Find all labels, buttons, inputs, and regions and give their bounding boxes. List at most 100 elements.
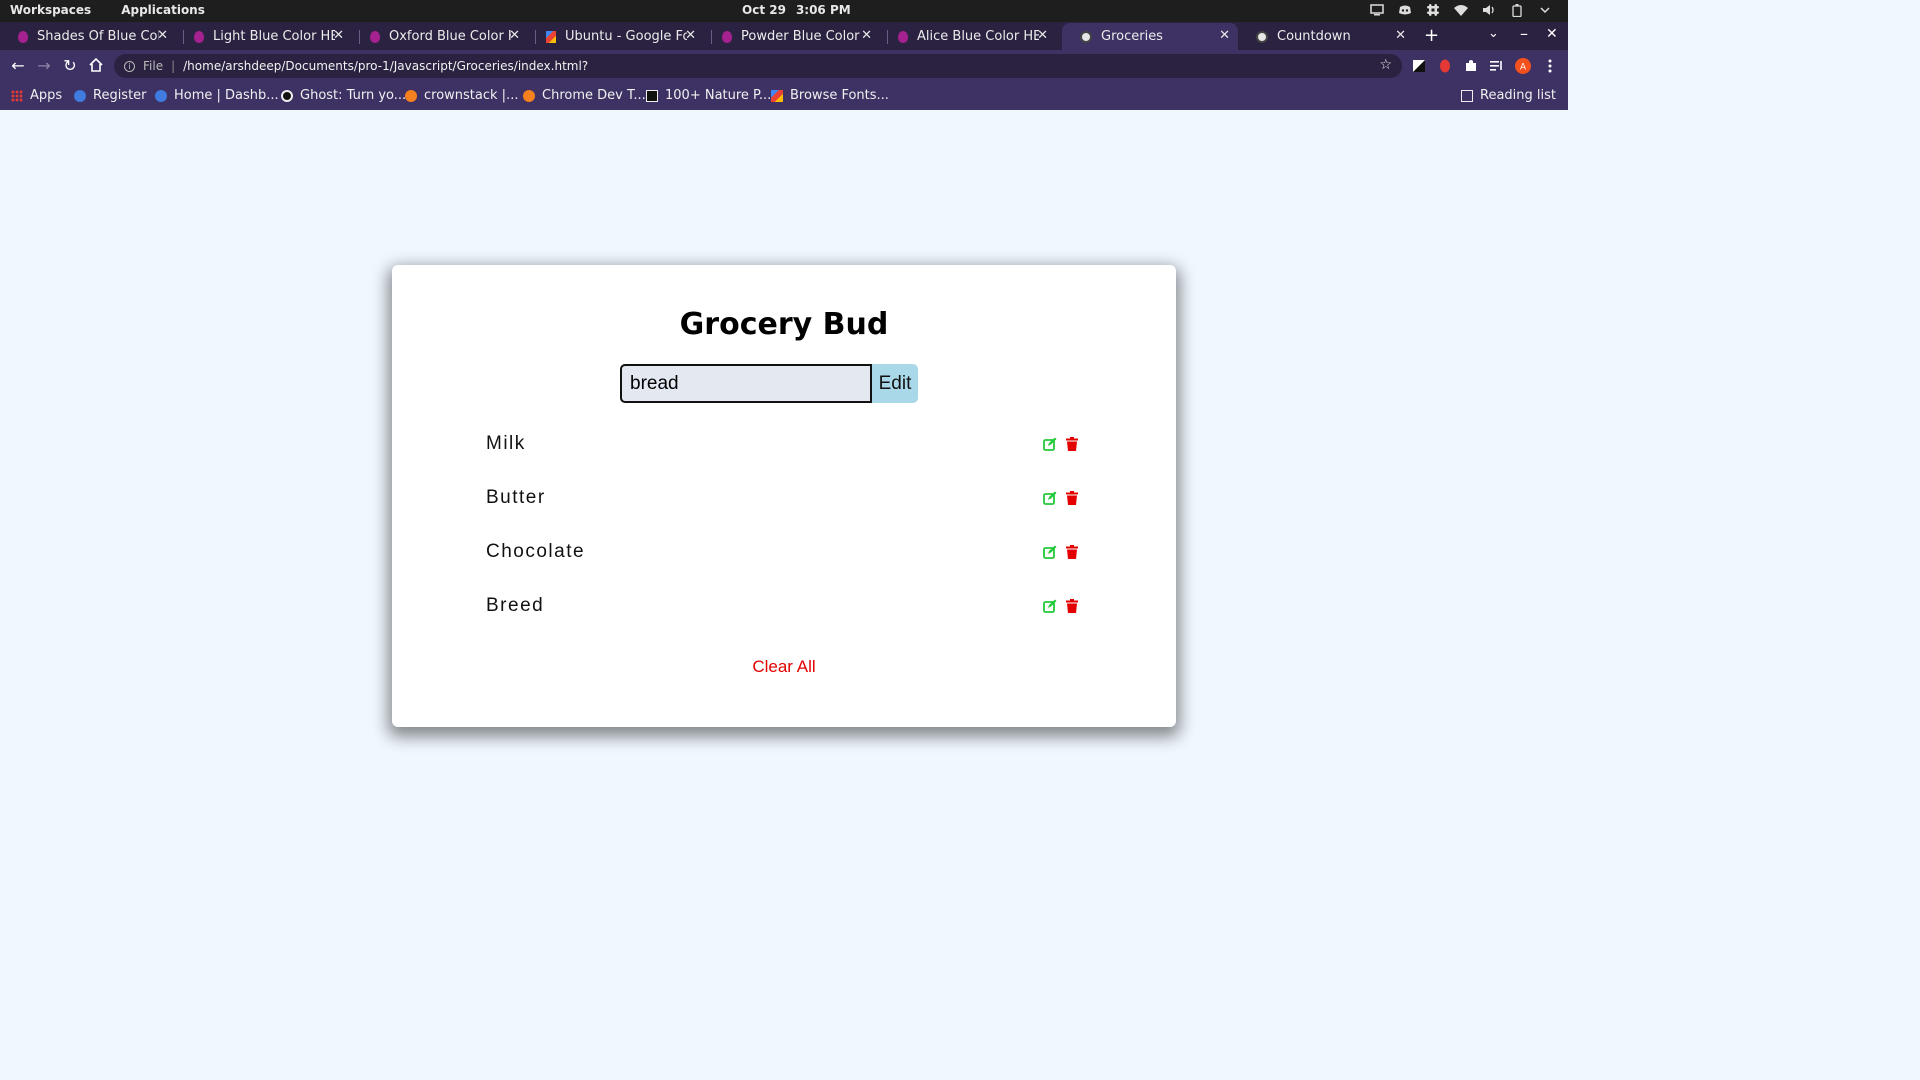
- site-info-icon[interactable]: i: [124, 60, 135, 72]
- apps-grid-icon: [11, 89, 23, 102]
- workspaces-menu[interactable]: Workspaces: [10, 3, 91, 17]
- globe-favicon-icon: [1256, 30, 1268, 43]
- tab-favicon-icon: [898, 30, 908, 43]
- devtools-logo-icon: [523, 89, 535, 102]
- tab-countdown[interactable]: Countdown ✕: [1238, 23, 1414, 50]
- edit-icon[interactable]: [1043, 437, 1057, 451]
- tab-oxford-blue[interactable]: Oxford Blue Color HE ✕: [352, 23, 528, 50]
- volume-icon[interactable]: [1482, 3, 1496, 17]
- media-control-icon[interactable]: [1489, 58, 1505, 74]
- browser-tab-strip: Shades Of Blue Color ✕ Light Blue Color …: [0, 22, 1568, 50]
- submit-edit-button[interactable]: Edit: [872, 364, 918, 403]
- discord-icon[interactable]: [1398, 3, 1412, 17]
- power-menu-icon[interactable]: [1538, 3, 1552, 17]
- grocery-list: Milk Butter Chocolate Breed: [486, 427, 1082, 643]
- bookmark-label: 100+ Nature P...: [665, 88, 772, 103]
- list-item: Chocolate: [486, 535, 1082, 589]
- trash-icon[interactable]: [1065, 437, 1079, 451]
- bookmark-browse-fonts[interactable]: Browse Fonts...: [771, 88, 889, 103]
- bookmark-home-dashboard[interactable]: Home | Dashb...: [155, 88, 279, 103]
- url-text[interactable]: /home/arshdeep/Documents/pro-1/Javascrip…: [183, 59, 588, 73]
- back-arrow-icon[interactable]: ←: [8, 56, 28, 75]
- tab-close-icon[interactable]: ✕: [861, 28, 872, 43]
- tab-light-blue[interactable]: Light Blue Color HEX ✕: [176, 23, 352, 50]
- trash-icon[interactable]: [1065, 491, 1079, 505]
- tab-label: Light Blue Color HEX: [213, 29, 335, 44]
- globe-favicon-icon: [1080, 30, 1092, 43]
- list-item: Milk: [486, 427, 1082, 481]
- applications-menu[interactable]: Applications: [121, 3, 205, 17]
- tab-close-icon[interactable]: ✕: [1037, 28, 1048, 43]
- grocery-form: Edit: [620, 364, 918, 403]
- reload-icon[interactable]: ↻: [60, 56, 80, 75]
- trash-icon[interactable]: [1065, 545, 1079, 559]
- window-minimize-icon[interactable]: –: [1520, 24, 1528, 43]
- ghost-logo-icon: [281, 89, 293, 102]
- tab-powder-blue[interactable]: Powder Blue Color H ✕: [704, 23, 880, 50]
- bookmarks-bar: Apps Register Home | Dashb... Ghost: Tur…: [0, 82, 1568, 110]
- extension-red-icon[interactable]: [1437, 58, 1453, 74]
- tab-groceries[interactable]: Groceries ✕: [1062, 23, 1238, 50]
- tab-favicon-icon: [722, 30, 732, 43]
- url-divider: |: [171, 59, 176, 73]
- extension-notion-icon[interactable]: [1411, 58, 1427, 74]
- browser-menu-icon[interactable]: [1542, 58, 1558, 74]
- reading-list-button[interactable]: Reading list: [1461, 88, 1556, 103]
- svg-text:A: A: [1520, 63, 1526, 73]
- new-tab-icon[interactable]: +: [1424, 25, 1439, 46]
- bookmark-star-icon[interactable]: ☆: [1379, 57, 1392, 73]
- bookmark-label: Home | Dashb...: [174, 88, 279, 103]
- battery-icon[interactable]: [1510, 3, 1524, 17]
- wifi-icon[interactable]: [1454, 3, 1468, 17]
- tab-label: Countdown: [1277, 29, 1351, 44]
- url-scheme: File: [143, 59, 164, 73]
- clock[interactable]: Oct 29 3:06 PM: [742, 3, 851, 17]
- bookmark-register[interactable]: Register: [74, 88, 147, 103]
- tab-shades-of-blue[interactable]: Shades Of Blue Color ✕: [0, 23, 176, 50]
- tab-close-icon[interactable]: ✕: [157, 28, 168, 43]
- bookmark-chrome-dev-tools[interactable]: Chrome Dev T...: [523, 88, 646, 103]
- edit-icon[interactable]: [1043, 491, 1057, 505]
- grocery-input[interactable]: [620, 364, 872, 403]
- crownstack-logo-icon: [405, 89, 417, 102]
- reading-list-icon: [1461, 89, 1473, 102]
- tab-alice-blue[interactable]: Alice Blue Color HEX ✕: [880, 23, 1056, 50]
- page-title: Grocery Bud: [679, 307, 889, 342]
- list-item: Breed: [486, 589, 1082, 643]
- extensions-puzzle-icon[interactable]: [1463, 58, 1479, 74]
- trash-icon[interactable]: [1065, 599, 1079, 613]
- bookmark-crownstack[interactable]: crownstack |...: [405, 88, 518, 103]
- profile-avatar-icon[interactable]: A: [1515, 58, 1531, 74]
- slack-icon[interactable]: [1426, 3, 1440, 17]
- k-logo-icon: [74, 89, 86, 102]
- forward-arrow-icon[interactable]: →: [34, 56, 54, 75]
- browser-toolbar: ← → ↻ i File | /home/arshdeep/Documents/…: [0, 50, 1568, 82]
- display-icon[interactable]: [1370, 3, 1384, 17]
- tab-close-icon[interactable]: ✕: [685, 28, 696, 43]
- bookmark-ghost[interactable]: Ghost: Turn yo...: [281, 88, 406, 103]
- edit-icon[interactable]: [1043, 545, 1057, 559]
- bookmark-apps[interactable]: Apps: [11, 88, 62, 103]
- edit-icon[interactable]: [1043, 599, 1057, 613]
- tab-search-chevron-icon[interactable]: ⌄: [1488, 26, 1499, 41]
- tab-label: Groceries: [1101, 29, 1163, 44]
- address-bar[interactable]: i File | /home/arshdeep/Documents/pro-1/…: [114, 54, 1402, 78]
- tab-close-icon[interactable]: ✕: [509, 28, 520, 43]
- bookmark-label: Browse Fonts...: [790, 88, 889, 103]
- tab-close-icon[interactable]: ✕: [1219, 28, 1230, 43]
- clear-all-button[interactable]: Clear All: [392, 657, 1176, 677]
- tab-close-icon[interactable]: ✕: [1395, 28, 1406, 43]
- bookmark-nature-photos[interactable]: 100+ Nature P...: [646, 88, 771, 103]
- tab-close-icon[interactable]: ✕: [333, 28, 344, 43]
- tab-favicon-icon: [194, 30, 204, 43]
- k-logo-icon: [155, 89, 167, 102]
- item-name: Breed: [486, 595, 545, 616]
- clock-time: 3:06 PM: [795, 3, 851, 17]
- clock-date: Oct 29: [742, 3, 786, 17]
- home-icon[interactable]: [86, 56, 106, 76]
- bookmark-label: crownstack |...: [424, 88, 519, 103]
- tab-label: Oxford Blue Color HE: [389, 29, 511, 44]
- tab-ubuntu-google-fonts[interactable]: Ubuntu - Google Font ✕: [528, 23, 704, 50]
- bookmark-label: Apps: [30, 88, 63, 103]
- window-close-icon[interactable]: ✕: [1546, 26, 1558, 42]
